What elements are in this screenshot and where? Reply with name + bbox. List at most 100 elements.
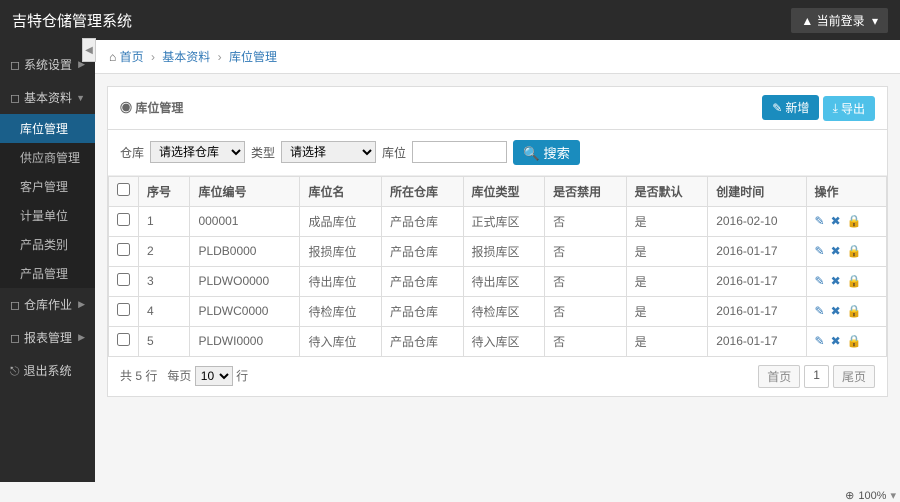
row-checkbox[interactable] — [117, 243, 130, 256]
sidebar-group-sys[interactable]: ◻系统设置 ▶ — [0, 48, 95, 81]
sidebar-group-base[interactable]: ◻基本资料 ▼ — [0, 81, 95, 114]
new-button[interactable]: ✎新增 — [762, 95, 819, 120]
cell-disabled: 否 — [545, 236, 627, 266]
warehouse-select[interactable]: 请选择仓库 — [150, 141, 245, 163]
pager-summary: 共 5 行 每页 10 行 — [120, 366, 248, 386]
lock-icon[interactable]: 🔒 — [847, 214, 862, 228]
btn-label: 导出 — [841, 100, 865, 117]
edit-icon[interactable]: ✎ — [815, 244, 825, 258]
row-checkbox[interactable] — [117, 303, 130, 316]
btn-label: 搜索 — [543, 146, 570, 161]
edit-icon[interactable]: ✎ — [815, 274, 825, 288]
statusbar: ⊕ 100% ▾ — [845, 489, 896, 502]
cell-idx: 2 — [139, 236, 190, 266]
cell-wh: 产品仓库 — [382, 236, 464, 266]
pager: 共 5 行 每页 10 行 首页 1 尾页 — [108, 357, 887, 396]
edit-icon[interactable]: ✎ — [815, 214, 825, 228]
col-header: 库位编号 — [190, 176, 300, 206]
pager-first[interactable]: 首页 — [758, 365, 800, 388]
lock-icon[interactable]: 🔒 — [847, 304, 862, 318]
row-checkbox[interactable] — [117, 213, 130, 226]
sidebar-item-customer[interactable]: 客户管理 — [0, 172, 95, 201]
sidebar-label: 基本资料 — [24, 91, 72, 105]
edit-icon[interactable]: ✎ — [815, 304, 825, 318]
table-row: 1 000001 成品库位 产品仓库 正式库区 否 是 2016-02-10 ✎… — [109, 206, 887, 236]
lock-icon[interactable]: 🔒 — [847, 274, 862, 288]
delete-icon[interactable]: ✖ — [831, 274, 841, 288]
home-icon: ⌂ — [109, 50, 116, 64]
row-checkbox[interactable] — [117, 273, 130, 286]
chevron-down-icon[interactable]: ▾ — [890, 489, 896, 502]
cell-wh: 产品仓库 — [382, 326, 464, 356]
chevron-right-icon: ▶ — [78, 299, 85, 310]
row-actions: ✎ ✖ 🔒 — [815, 334, 878, 348]
breadcrumb-page[interactable]: 库位管理 — [229, 50, 277, 64]
delete-icon[interactable]: ✖ — [831, 334, 841, 348]
breadcrumb-home[interactable]: 首页 — [120, 50, 144, 64]
pager-last[interactable]: 尾页 — [833, 365, 875, 388]
sidebar-item-supplier[interactable]: 供应商管理 — [0, 143, 95, 172]
export-icon: ⤓ — [833, 101, 838, 116]
edit-icon[interactable]: ✎ — [815, 334, 825, 348]
cell-default: 是 — [626, 206, 708, 236]
sidebar-collapse-button[interactable]: ◀ — [82, 38, 96, 62]
cell-default: 是 — [626, 236, 708, 266]
cell-name: 成品库位 — [300, 206, 382, 236]
chevron-right-icon: › — [218, 50, 222, 64]
lock-icon[interactable]: 🔒 — [847, 334, 862, 348]
row-checkbox[interactable] — [117, 333, 130, 346]
cell-name: 待出库位 — [300, 266, 382, 296]
lock-icon[interactable]: 🔒 — [847, 244, 862, 258]
sidebar-item-unit[interactable]: 计量单位 — [0, 201, 95, 230]
pagesize-select[interactable]: 10 — [195, 366, 233, 386]
row-actions: ✎ ✖ 🔒 — [815, 214, 878, 228]
bookmark-icon: ◻ — [10, 91, 20, 105]
sidebar-item-location[interactable]: 库位管理 — [0, 114, 95, 143]
login-dropdown[interactable]: ▲ 当前登录 ▾ — [791, 8, 888, 33]
type-label: 类型 — [251, 144, 275, 161]
sidebar-group-exit[interactable]: ⎋退出系统 — [0, 354, 95, 387]
select-all-checkbox[interactable] — [117, 183, 130, 196]
topbar: 吉特仓储管理系统 ▲ 当前登录 ▾ — [0, 0, 900, 40]
col-header: 序号 — [139, 176, 190, 206]
sidebar-item-category[interactable]: 产品类别 — [0, 230, 95, 259]
sidebar-label: 系统设置 — [24, 58, 72, 72]
btn-label: 新增 — [785, 99, 809, 116]
cell-wh: 产品仓库 — [382, 266, 464, 296]
panel-header: ◉ 库位管理 ✎新增 ⤓导出 — [108, 87, 887, 130]
delete-icon[interactable]: ✖ — [831, 244, 841, 258]
sidebar-item-product[interactable]: 产品管理 — [0, 259, 95, 288]
cell-name: 报损库位 — [300, 236, 382, 266]
cell-default: 是 — [626, 296, 708, 326]
col-header: 库位名 — [300, 176, 382, 206]
submenu-base: 库位管理 供应商管理 客户管理 计量单位 产品类别 产品管理 — [0, 114, 95, 288]
bookmark-icon: ◻ — [10, 58, 20, 72]
sidebar: ◀ ◻系统设置 ▶ ◻基本资料 ▼ 库位管理 供应商管理 客户管理 计量单位 产… — [0, 40, 95, 482]
cell-code: 000001 — [190, 206, 300, 236]
chevron-right-icon: › — [151, 50, 155, 64]
breadcrumb: ⌂ 首页 › 基本资料 › 库位管理 — [95, 40, 900, 74]
location-input[interactable] — [412, 141, 507, 163]
delete-icon[interactable]: ✖ — [831, 214, 841, 228]
sidebar-label: 报表管理 — [24, 331, 72, 345]
type-select[interactable]: 请选择 — [281, 141, 376, 163]
delete-icon[interactable]: ✖ — [831, 304, 841, 318]
cell-type: 待出库区 — [463, 266, 545, 296]
breadcrumb-section[interactable]: 基本资料 — [162, 50, 210, 64]
cell-code: PLDB0000 — [190, 236, 300, 266]
exit-icon: ⎋ — [10, 364, 20, 378]
globe-icon: ◉ — [120, 101, 132, 115]
col-header: 创建时间 — [708, 176, 806, 206]
export-button[interactable]: ⤓导出 — [823, 96, 875, 121]
cell-type: 待检库区 — [463, 296, 545, 326]
sidebar-group-rpt[interactable]: ◻报表管理 ▶ — [0, 321, 95, 354]
table-row: 4 PLDWC0000 待检库位 产品仓库 待检库区 否 是 2016-01-1… — [109, 296, 887, 326]
cell-idx: 3 — [139, 266, 190, 296]
search-button[interactable]: 🔍 搜索 — [513, 140, 580, 165]
cell-wh: 产品仓库 — [382, 296, 464, 326]
pager-page-1[interactable]: 1 — [804, 365, 829, 388]
cell-default: 是 — [626, 326, 708, 356]
row-actions: ✎ ✖ 🔒 — [815, 304, 878, 318]
panel-title-text: 库位管理 — [135, 101, 183, 115]
sidebar-group-wh[interactable]: ◻仓库作业 ▶ — [0, 288, 95, 321]
